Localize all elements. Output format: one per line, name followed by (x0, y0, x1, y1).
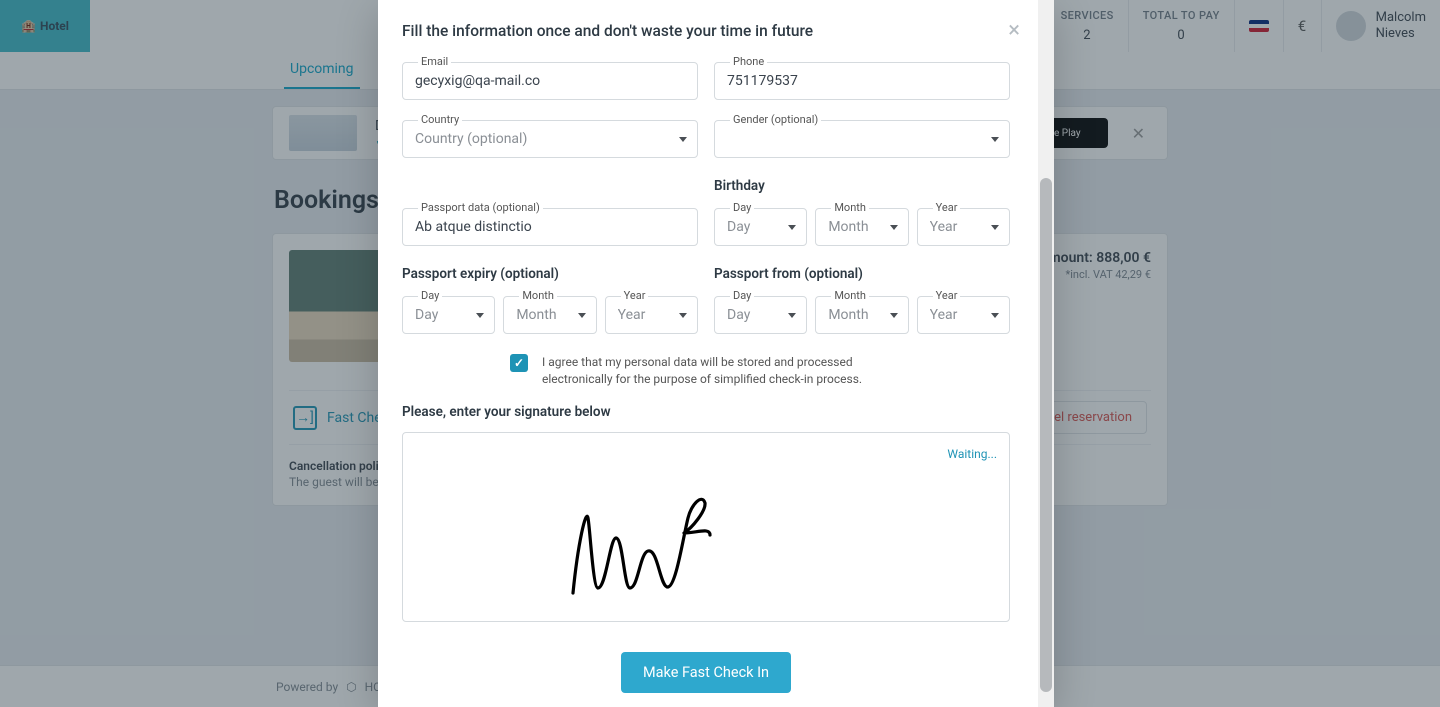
label-country: Country (418, 113, 462, 126)
signature-label: Please, enter your signature below (402, 404, 1010, 420)
label-passport-expiry: Passport expiry (optional) (402, 266, 698, 282)
birthday-day-select[interactable]: Day (714, 208, 807, 246)
label-email: Email (418, 55, 451, 68)
signature-status: Waiting... (947, 447, 997, 461)
fast-checkin-modal: Fill the information once and don't wast… (378, 0, 1054, 707)
label-birthday: Birthday (714, 178, 1010, 194)
expiry-day-select[interactable]: Day (402, 296, 495, 334)
signature-stroke (568, 493, 728, 603)
from-day-select[interactable]: Day (714, 296, 807, 334)
consent-checkbox[interactable]: ✓ (510, 354, 528, 372)
birthday-year-select[interactable]: Year (917, 208, 1010, 246)
label-phone: Phone (730, 55, 767, 68)
modal-scrollbar[interactable] (1038, 0, 1054, 707)
label-bday-day: Day (730, 201, 754, 214)
signature-pad[interactable]: Waiting... (402, 432, 1010, 622)
modal-title: Fill the information once and don't wast… (402, 22, 813, 40)
consent-text: I agree that my personal data will be st… (542, 354, 902, 388)
label-gender: Gender (optional) (730, 113, 821, 126)
modal-close-button[interactable]: × (1008, 20, 1020, 42)
make-fast-checkin-button[interactable]: Make Fast Check In (621, 652, 791, 693)
label-bday-year: Year (933, 201, 961, 214)
label-passport-from: Passport from (optional) (714, 266, 1010, 282)
label-passport: Passport data (optional) (418, 201, 543, 214)
expiry-year-select[interactable]: Year (605, 296, 698, 334)
from-year-select[interactable]: Year (917, 296, 1010, 334)
label-bday-month: Month (831, 201, 869, 214)
